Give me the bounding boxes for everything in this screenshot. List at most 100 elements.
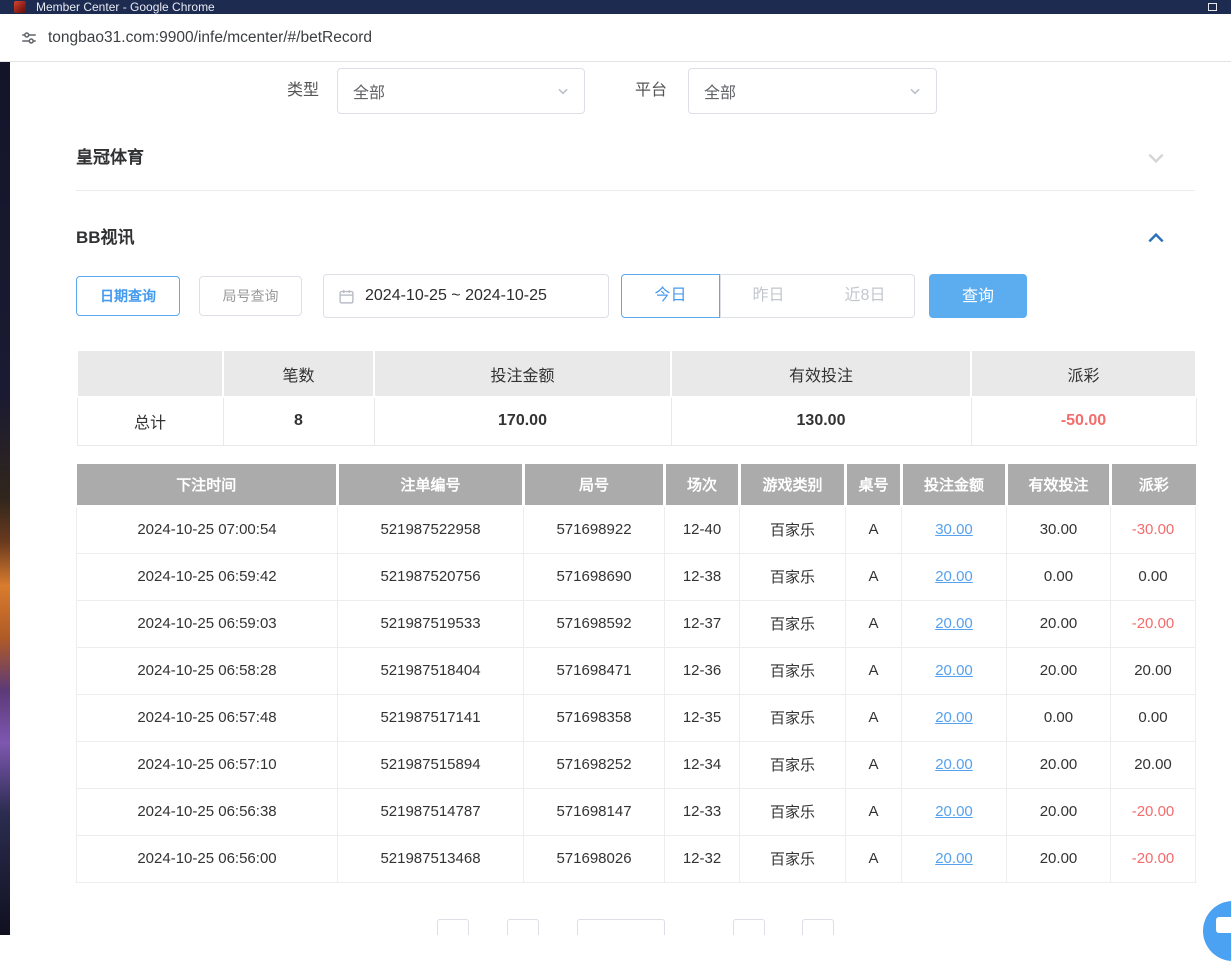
cell-bet-amount[interactable]: 20.00 [902,647,1007,694]
background-window-strip [0,62,10,935]
cell-round: 571698592 [524,600,665,647]
address-bar[interactable]: tongbao31.com:9900/infe/mcenter/#/betRec… [0,14,1231,62]
cell-session: 12-34 [665,741,740,788]
cell-time: 2024-10-25 06:59:42 [77,553,338,600]
url-text[interactable]: tongbao31.com:9900/infe/mcenter/#/betRec… [48,14,372,62]
platform-select-value: 全部 [704,79,736,103]
chevron-down-icon [908,84,922,98]
summary-column-header: 笔数 [223,350,374,397]
cell-table-no: A [846,788,902,835]
cell-valid-bet: 0.00 [1007,553,1111,600]
cell-bet-id: 521987519533 [338,600,524,647]
column-header: 场次 [665,464,740,506]
column-header: 游戏类别 [740,464,846,506]
cell-valid-bet: 0.00 [1007,694,1111,741]
cell-time: 2024-10-25 06:56:38 [77,788,338,835]
cell-session: 12-35 [665,694,740,741]
date-query-button[interactable]: 日期查询 [76,276,180,316]
summary-row: 总计 8 170.00 130.00 -50.00 [77,397,1196,445]
summary-column-header: 有效投注 [671,350,971,397]
cell-round: 571698358 [524,694,665,741]
pagination-jump-input[interactable] [802,919,834,935]
bet-table-header-row: 下注时间注单编号局号场次游戏类别桌号投注金额有效投注派彩 [77,464,1196,506]
cell-payout: -20.00 [1111,600,1196,647]
cell-table-no: A [846,553,902,600]
cell-session: 12-36 [665,647,740,694]
maximize-button[interactable] [1208,3,1217,11]
cell-bet-amount[interactable]: 20.00 [902,741,1007,788]
cell-bet-id: 521987513468 [338,835,524,882]
cell-valid-bet: 20.00 [1007,600,1111,647]
chevron-down-icon [1145,148,1167,168]
summary-count: 8 [223,397,374,445]
cell-round: 571698252 [524,741,665,788]
cell-game: 百家乐 [740,694,846,741]
cell-payout: 20.00 [1111,647,1196,694]
pagination-next-button[interactable] [733,919,765,935]
bet-table-body: 2024-10-25 07:00:54521987522958571698922… [77,506,1196,882]
cell-session: 12-40 [665,506,740,553]
cell-bet-amount[interactable]: 20.00 [902,553,1007,600]
pagination-size-select[interactable] [577,919,665,935]
cell-valid-bet: 20.00 [1007,741,1111,788]
cell-payout: 20.00 [1111,741,1196,788]
summary-valid-bet: 130.00 [671,397,971,445]
date-range-value: 2024-10-25 ~ 2024-10-25 [365,287,547,305]
section-title: 皇冠体育 [76,148,144,167]
cell-payout: -30.00 [1111,506,1196,553]
column-header: 局号 [524,464,665,506]
cell-bet-amount[interactable]: 20.00 [902,694,1007,741]
cell-table-no: A [846,506,902,553]
cell-payout: -20.00 [1111,788,1196,835]
cell-session: 12-38 [665,553,740,600]
cell-bet-id: 521987515894 [338,741,524,788]
last-8-days-button[interactable]: 近8日 [816,274,915,318]
date-range-input[interactable]: 2024-10-25 ~ 2024-10-25 [323,274,609,318]
cell-bet-amount[interactable]: 20.00 [902,835,1007,882]
cell-table-no: A [846,694,902,741]
cell-time: 2024-10-25 06:58:28 [77,647,338,694]
window-titlebar: Member Center - Google Chrome [0,0,1231,14]
column-header: 下注时间 [77,464,338,506]
yesterday-button[interactable]: 昨日 [720,274,817,318]
summary-table: 笔数投注金额有效投注派彩 总计 8 170.00 130.00 -50.00 [76,349,1197,446]
cell-game: 百家乐 [740,788,846,835]
column-header: 投注金额 [902,464,1007,506]
chevron-up-icon [1145,228,1167,248]
table-row: 2024-10-25 07:00:54521987522958571698922… [77,506,1196,553]
pagination-prev-button[interactable] [437,919,469,935]
cell-bet-amount[interactable]: 20.00 [902,600,1007,647]
search-button[interactable]: 查询 [929,274,1027,318]
cell-game: 百家乐 [740,506,846,553]
type-select[interactable]: 全部 [337,68,585,114]
cell-table-no: A [846,835,902,882]
section-bb-video[interactable]: BB视讯 [76,225,1195,251]
table-row: 2024-10-25 06:59:42521987520756571698690… [77,553,1196,600]
cell-session: 12-37 [665,600,740,647]
section-title: BB视讯 [76,228,135,247]
cell-time: 2024-10-25 06:56:00 [77,835,338,882]
cell-table-no: A [846,741,902,788]
bet-record-page: 类型 全部 平台 全部 皇冠体育 BB视讯 日期查询 局号查询 2024-10-… [10,62,1231,935]
cell-bet-amount[interactable]: 30.00 [902,506,1007,553]
column-header: 有效投注 [1007,464,1111,506]
cell-bet-id: 521987520756 [338,553,524,600]
cell-payout: 0.00 [1111,553,1196,600]
cell-payout: -20.00 [1111,835,1196,882]
pagination-page-button[interactable] [507,919,539,935]
today-button[interactable]: 今日 [621,274,720,318]
section-crown-sports[interactable]: 皇冠体育 [76,145,1195,171]
cell-round: 571698471 [524,647,665,694]
table-row: 2024-10-25 06:56:38521987514787571698147… [77,788,1196,835]
cell-game: 百家乐 [740,553,846,600]
cell-time: 2024-10-25 06:57:10 [77,741,338,788]
cell-game: 百家乐 [740,647,846,694]
column-header: 注单编号 [338,464,524,506]
cell-game: 百家乐 [740,835,846,882]
platform-select[interactable]: 全部 [688,68,937,114]
cell-time: 2024-10-25 06:57:48 [77,694,338,741]
round-query-button[interactable]: 局号查询 [199,276,302,316]
cell-time: 2024-10-25 06:59:03 [77,600,338,647]
site-settings-icon[interactable] [20,29,38,47]
cell-bet-amount[interactable]: 20.00 [902,788,1007,835]
